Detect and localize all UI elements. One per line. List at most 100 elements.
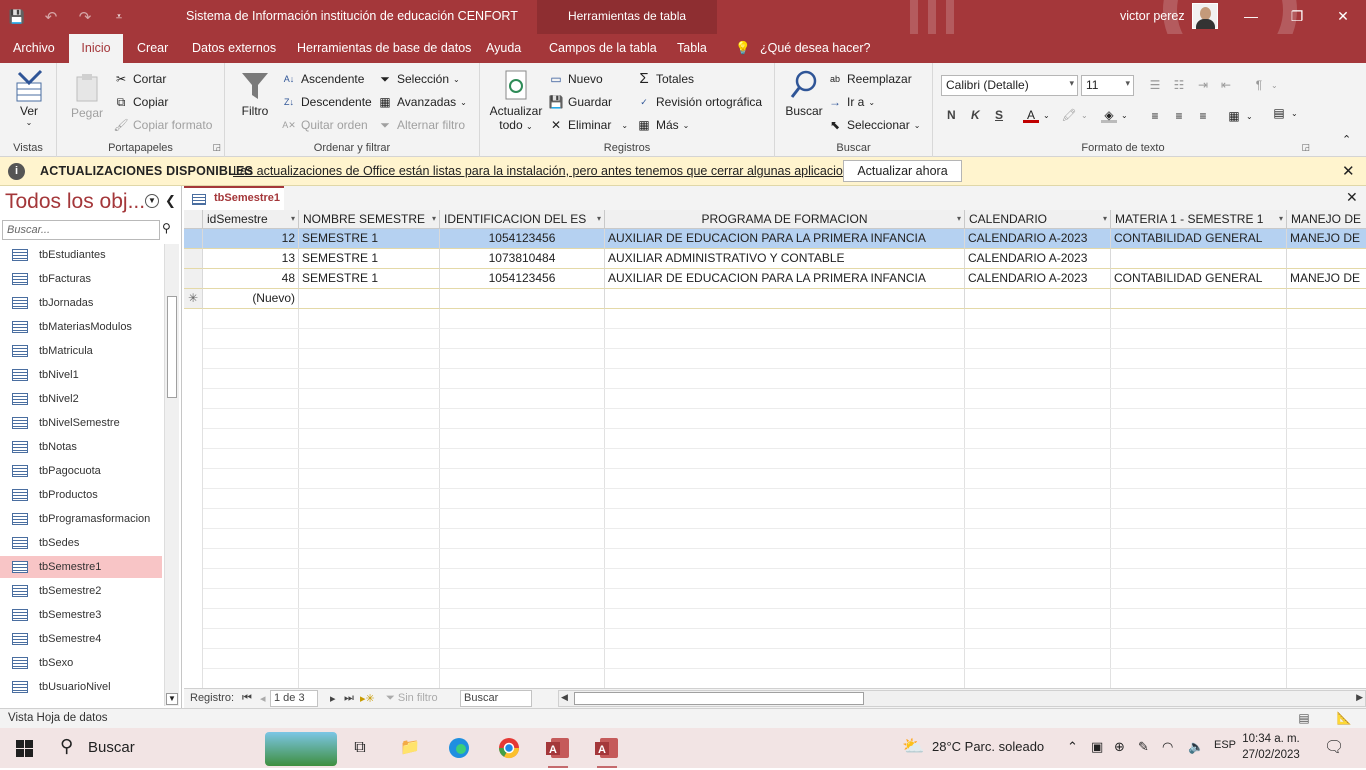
search-icon[interactable]: ⚲	[162, 221, 178, 239]
table-cell[interactable]: SEMESTRE 1	[299, 269, 440, 289]
nav-item[interactable]: tbJornadas	[0, 292, 162, 314]
file-explorer-icon[interactable]: 📁	[396, 734, 424, 762]
numbering-button[interactable]: ☷	[1171, 77, 1187, 93]
windows-start-icon[interactable]	[0, 728, 48, 768]
table-cell[interactable]: 12	[203, 229, 299, 249]
first-record-icon[interactable]: ⏮	[242, 692, 252, 705]
new-record-icon[interactable]: ▸✳	[360, 692, 375, 705]
volume-icon[interactable]: 🔈	[1188, 739, 1204, 755]
select-button[interactable]: ⬉ Seleccionar ⌄	[827, 117, 920, 133]
nav-scrollbar[interactable]: ▼	[164, 244, 179, 706]
dialog-launcher-icon[interactable]: ◲	[1301, 142, 1310, 153]
chrome-browser-icon[interactable]	[495, 734, 523, 762]
close-button[interactable]: ✕	[1320, 0, 1366, 34]
column-header[interactable]: MATERIA 1 - SEMESTRE 1 ▾	[1111, 210, 1287, 229]
update-now-button[interactable]: Actualizar ahora	[843, 160, 962, 182]
column-dropdown-icon[interactable]: ▾	[1103, 210, 1107, 228]
tab-campos-tabla[interactable]: Campos de la tabla	[547, 34, 659, 63]
maximize-button[interactable]: ❐	[1274, 0, 1320, 34]
nav-item[interactable]: tbProductos	[0, 484, 162, 506]
chevron-down-icon[interactable]: ▼	[145, 194, 159, 208]
table-cell[interactable]	[440, 289, 605, 309]
access-app-icon-1[interactable]: A	[544, 734, 572, 768]
nav-item[interactable]: tbSemestre1	[0, 556, 162, 578]
table-cell[interactable]	[1111, 249, 1287, 269]
advanced-button[interactable]: ▦ Avanzadas ⌄	[377, 94, 467, 110]
nav-item[interactable]: tbNotas	[0, 436, 162, 458]
access-app-icon-2[interactable]: A	[593, 734, 621, 768]
table-cell[interactable]: 1054123456	[440, 229, 605, 249]
column-header[interactable]: IDENTIFICACION DEL ES ▾	[440, 210, 605, 229]
table-cell[interactable]: CALENDARIO A-2023	[965, 269, 1111, 289]
nav-item[interactable]: tbMatricula	[0, 340, 162, 362]
language-indicator[interactable]: ESP	[1214, 739, 1236, 751]
delete-record-button[interactable]: ✕ Eliminar ⌄	[548, 117, 628, 133]
nav-pane-title[interactable]: Todos los obj...	[5, 190, 145, 214]
column-dropdown-icon[interactable]: ▾	[291, 210, 295, 228]
paragraph-button[interactable]: ¶ ⌄	[1251, 77, 1278, 93]
nav-item[interactable]: tbSemestre3	[0, 604, 162, 626]
last-record-icon[interactable]: ⏭	[344, 692, 354, 705]
dialog-launcher-icon[interactable]: ◲	[212, 142, 221, 153]
record-selector[interactable]: ✳	[184, 289, 203, 309]
table-cell[interactable]: AUXILIAR DE EDUCACION PARA LA PRIMERA IN…	[605, 269, 965, 289]
more-button[interactable]: ▦ Más ⌄	[636, 117, 689, 133]
nav-search-input[interactable]: Buscar...	[2, 220, 160, 240]
design-view-icon[interactable]: 📐	[1336, 711, 1352, 726]
column-header[interactable]: NOMBRE SEMESTRE ▾	[299, 210, 440, 229]
spelling-button[interactable]: ✓ Revisión ortográfica	[636, 94, 762, 110]
clear-sort-button[interactable]: A✕ Quitar orden	[281, 117, 367, 133]
copy-button[interactable]: ⧉ Copiar	[113, 94, 169, 110]
column-header[interactable]: MANEJO DE	[1287, 210, 1366, 229]
table-cell[interactable]: 48	[203, 269, 299, 289]
column-header[interactable]: idSemestre ▾	[203, 210, 299, 229]
scrollbar-thumb[interactable]	[167, 296, 177, 398]
save-record-button[interactable]: 💾 Guardar	[548, 94, 613, 110]
table-cell[interactable]: CALENDARIO A-2023	[965, 249, 1111, 269]
totals-button[interactable]: Σ Totales	[636, 71, 694, 87]
font-color-button[interactable]: A ⌄	[1023, 107, 1050, 123]
nav-item[interactable]: tbSexo	[0, 652, 162, 674]
table-cell[interactable]	[1287, 249, 1366, 269]
view-button[interactable]: Ver ⌄	[8, 69, 50, 127]
record-search-input[interactable]: Buscar	[460, 690, 532, 707]
meet-now-icon[interactable]: ▣	[1091, 739, 1103, 755]
table-cell[interactable]	[605, 289, 965, 309]
find-button[interactable]: Buscar	[781, 69, 827, 118]
close-icon[interactable]: ✕	[1342, 162, 1355, 180]
table-cell[interactable]	[1287, 289, 1366, 309]
avatar[interactable]	[1192, 3, 1218, 29]
underline-button[interactable]: S	[995, 108, 1003, 122]
nav-item[interactable]: tbEstudiantes	[0, 244, 162, 266]
gridlines-button[interactable]: ▦ ⌄	[1226, 108, 1252, 124]
nav-item[interactable]: tbFacturas	[0, 268, 162, 290]
horizontal-scrollbar[interactable]: ◀ ▶	[558, 690, 1366, 707]
table-cell[interactable]: AUXILIAR ADMINISTRATIVO Y CONTABLE	[605, 249, 965, 269]
nav-item[interactable]: tbSedes	[0, 532, 162, 554]
prev-record-icon[interactable]: ◂	[260, 692, 266, 705]
redo-icon[interactable]: ↷	[68, 8, 102, 26]
show-hidden-icons[interactable]: ⌃	[1067, 739, 1078, 755]
highlight-button[interactable]: 🖍 ⌄	[1061, 107, 1087, 123]
table-cell[interactable]: MANEJO DE	[1287, 269, 1366, 289]
tell-me-search[interactable]: ¿Qué desea hacer?	[758, 34, 873, 63]
table-cell[interactable]: (Nuevo)	[203, 289, 299, 309]
tab-archivo[interactable]: Archivo	[11, 34, 57, 63]
bold-button[interactable]: N	[947, 108, 956, 122]
select-all-corner[interactable]	[184, 210, 203, 229]
clock[interactable]: 10:34 a. m. 27/02/2023	[1236, 731, 1306, 763]
scroll-left-icon[interactable]: ◀	[561, 692, 568, 703]
column-header[interactable]: CALENDARIO ▾	[965, 210, 1111, 229]
font-name-select[interactable]: Calibri (Detalle) ▾	[941, 75, 1078, 96]
bullets-button[interactable]: ☰	[1147, 77, 1163, 93]
align-center-button[interactable]: ≡	[1171, 108, 1187, 124]
tab-datos-externos[interactable]: Datos externos	[190, 34, 278, 63]
italic-button[interactable]: K	[971, 108, 980, 122]
close-icon[interactable]: ✕	[1346, 189, 1358, 206]
tab-crear[interactable]: Crear	[135, 34, 170, 63]
table-cell[interactable]: SEMESTRE 1	[299, 229, 440, 249]
format-painter-button[interactable]: 🖌 Copiar formato	[113, 117, 212, 133]
column-header[interactable]: PROGRAMA DE FORMACION ▾	[605, 210, 965, 229]
indent-button[interactable]: ⇥	[1195, 77, 1211, 93]
scroll-down-icon[interactable]: ▼	[166, 693, 178, 705]
